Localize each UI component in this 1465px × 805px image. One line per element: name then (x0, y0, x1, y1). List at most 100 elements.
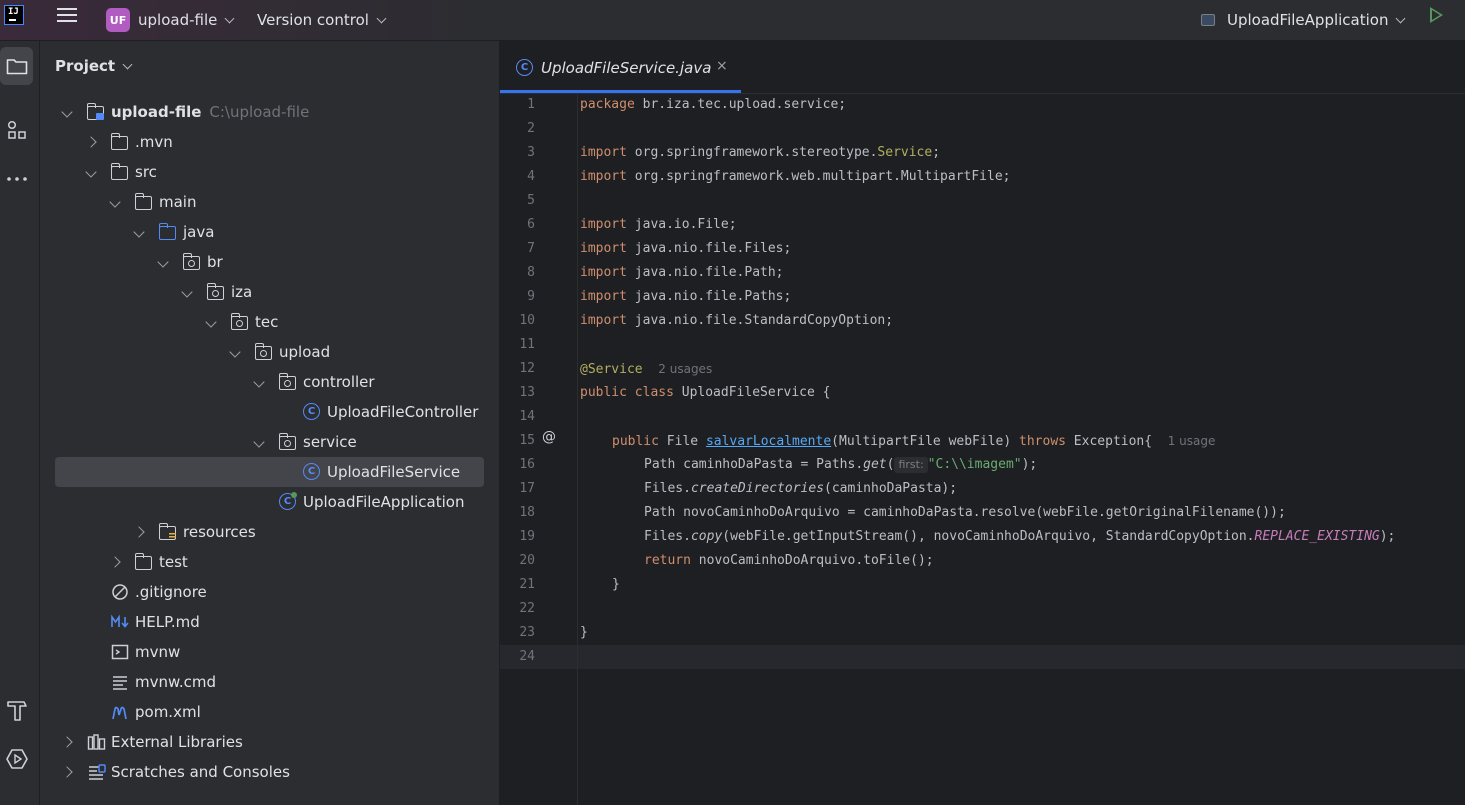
build-tool-button[interactable] (0, 691, 33, 729)
tree-item[interactable]: upload (55, 337, 484, 367)
tree-item-label: .gitignore (135, 583, 207, 601)
code-token: ; (932, 145, 941, 160)
tree-item-label: upload (279, 343, 330, 361)
tree-item[interactable]: HELP.md (55, 607, 484, 637)
chevron-right-icon[interactable] (61, 736, 73, 748)
current-line-highlight (500, 645, 1465, 669)
code-token: import (580, 145, 627, 160)
code-line[interactable]: import org.springframework.web.multipart… (580, 165, 1010, 189)
libraries-icon (87, 733, 106, 750)
code-token: (caminhoDaPasta); (824, 481, 958, 496)
chevron-right-icon[interactable] (109, 556, 121, 568)
panel-title: Project (55, 57, 116, 75)
code-line[interactable]: import java.nio.file.Paths; (580, 285, 791, 309)
tree-item[interactable]: mvnw (55, 637, 484, 667)
tree-item[interactable]: iza (55, 277, 484, 307)
hammer-icon (6, 701, 27, 721)
tree-item[interactable]: resources (55, 517, 484, 547)
tree-item-text: upload-file (111, 103, 202, 121)
line-number: 17 (519, 481, 535, 496)
more-tools-button[interactable] (0, 160, 33, 198)
structure-tool-button[interactable] (0, 111, 33, 149)
tree-item[interactable]: java (55, 217, 484, 247)
spring-app-class-icon: C (279, 492, 297, 510)
tree-item[interactable]: .mvn (55, 127, 484, 157)
tree-item[interactable]: br (55, 247, 484, 277)
tree-item-label: test (159, 553, 188, 571)
project-panel-header[interactable]: Project (55, 57, 133, 75)
tree-item[interactable]: tec (55, 307, 484, 337)
chevron-down-icon[interactable] (181, 286, 193, 298)
tree-item[interactable]: .gitignore (55, 577, 484, 607)
close-icon[interactable]: × (716, 58, 728, 74)
code-line[interactable]: import java.nio.file.StandardCopyOption; (580, 309, 893, 333)
scratches-icon (87, 763, 106, 780)
tree-item[interactable]: controller (55, 367, 484, 397)
chevron-down-icon (1396, 13, 1406, 23)
project-switcher[interactable]: UF upload-file (106, 0, 235, 40)
vcs-menu[interactable]: Version control (257, 0, 387, 40)
code-line[interactable]: return novoCaminhoDoArquivo.toFile(); (644, 549, 934, 573)
tree-item[interactable]: pom.xml (55, 697, 484, 727)
line-number: 15 (519, 433, 535, 448)
line-number: 7 (527, 241, 535, 256)
tree-item[interactable]: C UploadFileApplication (55, 487, 484, 517)
tree-item[interactable]: mvnw.cmd (55, 667, 484, 697)
code-line[interactable]: Path novoCaminhoDoArquivo = caminhoDaPas… (644, 501, 1286, 525)
tree-item[interactable]: C UploadFileController (55, 397, 484, 427)
implements-gutter-icon[interactable]: @ (542, 429, 556, 445)
line-number: 8 (527, 265, 535, 280)
chevron-down-icon[interactable] (85, 166, 97, 178)
services-tool-button[interactable] (0, 740, 33, 778)
chevron-down-icon[interactable] (229, 346, 241, 358)
run-icon[interactable] (1430, 7, 1443, 23)
chevron-down-icon[interactable] (205, 316, 217, 328)
tree-item[interactable]: test (55, 547, 484, 577)
chevron-down-icon[interactable] (253, 436, 265, 448)
tree-item[interactable]: C UploadFileService (55, 457, 484, 487)
code-line[interactable]: @Service 2 usages (580, 357, 712, 381)
project-tool-button[interactable] (0, 47, 33, 85)
intellij-logo-icon[interactable]: IJ (4, 5, 24, 25)
chevron-down-icon[interactable] (253, 376, 265, 388)
code-token: createDirectories (690, 481, 825, 496)
chevron-right-icon[interactable] (133, 526, 145, 538)
package-icon (230, 313, 248, 330)
chevron-down-icon[interactable] (61, 106, 73, 118)
tree-item[interactable]: upload-file C:\upload-file (55, 97, 484, 127)
code-line[interactable]: } (580, 621, 588, 645)
code-line[interactable]: import java.io.File; (580, 213, 737, 237)
code-line[interactable]: public class UploadFileService { (580, 381, 830, 405)
tree-item[interactable]: Scratches and Consoles (55, 757, 484, 787)
tab-upload-file-service[interactable]: C UploadFileService.java × (500, 41, 741, 93)
code-line[interactable]: Files.createDirectories(caminhoDaPasta); (644, 477, 957, 501)
chevron-down-icon[interactable] (133, 226, 145, 238)
chevron-down-icon[interactable] (109, 196, 121, 208)
tree-item[interactable]: main (55, 187, 484, 217)
code-line[interactable]: Files.copy(webFile.getInputStream(), nov… (644, 525, 1395, 549)
more-icon (6, 177, 27, 181)
code-token: ); (1021, 457, 1038, 472)
chevron-right-icon[interactable] (85, 136, 97, 148)
code-line[interactable]: } (612, 573, 620, 597)
chevron-right-icon[interactable] (61, 766, 73, 778)
tree-item-text: iza (231, 283, 253, 301)
code-line[interactable]: import org.springframework.stereotype.Se… (580, 141, 940, 165)
services-icon (5, 749, 28, 769)
chevron-down-icon[interactable] (157, 256, 169, 268)
code-line[interactable]: public File salvarLocalmente(MultipartFi… (612, 429, 1215, 453)
tree-item-label: main (159, 193, 196, 211)
tree-item[interactable]: External Libraries (55, 727, 484, 757)
code-line[interactable]: import java.nio.file.Files; (580, 237, 791, 261)
code-line[interactable]: import java.nio.file.Path; (580, 261, 784, 285)
code-line[interactable]: Path caminhoDaPasta = Paths.get(first: "C… (644, 453, 1037, 477)
tree-item-text: tec (255, 313, 279, 331)
main-menu-icon[interactable] (57, 5, 77, 25)
code-token: public (612, 434, 659, 449)
code-line[interactable]: package br.iza.tec.upload.service; (580, 93, 846, 117)
tree-item[interactable]: service (55, 427, 484, 457)
tree-item[interactable]: src (55, 157, 484, 187)
run-config-selector[interactable]: UploadFileApplication (1201, 0, 1406, 40)
tree-item-label: pom.xml (135, 703, 201, 721)
